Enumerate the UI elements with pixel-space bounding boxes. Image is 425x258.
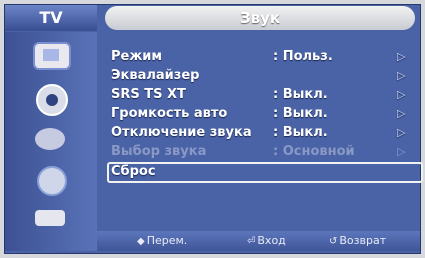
osd-menu-panel: TV Звук Режим : Польз. ▷ Эквалайзер ▷ SR… [4, 4, 423, 254]
menu-item-label: Режим [111, 49, 163, 64]
menu-item-mute[interactable]: Отключение звука : Выкл. ▷ [97, 124, 417, 142]
tv-osd-screen: TV Звук Режим : Польз. ▷ Эквалайзер ▷ SR… [0, 0, 425, 258]
tab-tv[interactable]: TV [5, 5, 97, 31]
hint-move: ◆ Перем. [137, 231, 187, 251]
menu-item-mode[interactable]: Режим : Польз. ▷ [97, 48, 417, 66]
menu-item-label: Отключение звука [111, 125, 252, 140]
channel-icon[interactable] [35, 128, 65, 150]
menu-item-equalizer[interactable]: Эквалайзер ▷ [97, 67, 417, 85]
chevron-right-icon: ▷ [397, 50, 406, 63]
menu-header: TV Звук [5, 5, 420, 31]
return-icon: ↺ [329, 236, 338, 247]
hint-enter-label: Вход [257, 234, 286, 247]
enter-icon: ⏎ [247, 236, 256, 247]
updown-arrow-icon: ◆ [137, 236, 145, 247]
category-sidebar [5, 32, 97, 251]
sound-icon[interactable] [36, 84, 68, 116]
menu-item-label: Сброс [111, 164, 156, 179]
chevron-right-icon: ▷ [397, 88, 406, 101]
menu-item-label: Эквалайзер [111, 68, 200, 83]
menu-item-auto-volume[interactable]: Громкость авто : Выкл. ▷ [97, 105, 417, 123]
key-hint-bar: ◆ Перем. ⏎ Вход ↺ Возврат [97, 231, 420, 251]
chevron-right-icon: ▷ [397, 107, 406, 120]
hint-enter: ⏎ Вход [247, 231, 286, 251]
menu-item-label: Громкость авто [111, 106, 228, 121]
menu-item-value: : Основной [273, 144, 355, 159]
chevron-right-icon: ▷ [397, 69, 406, 82]
hint-back: ↺ Возврат [329, 231, 386, 251]
menu-item-reset[interactable]: Сброс [107, 162, 423, 183]
chevron-right-icon: ▷ [397, 145, 406, 158]
menu-item-value: : Выкл. [273, 87, 328, 102]
picture-icon[interactable] [33, 42, 71, 70]
menu-item-value: : Польз. [273, 49, 333, 64]
menu-item-srs-ts-xt[interactable]: SRS TS XT : Выкл. ▷ [97, 86, 417, 104]
hint-move-label: Перем. [146, 234, 188, 247]
menu-title: Звук [105, 6, 415, 30]
input-icon[interactable] [35, 210, 65, 226]
chevron-right-icon: ▷ [397, 126, 406, 139]
menu-item-value: : Выкл. [273, 106, 328, 121]
menu-item-value: : Выкл. [273, 125, 328, 140]
hint-back-label: Возврат [339, 234, 387, 247]
menu-item-sound-select: Выбор звука : Основной ▷ [97, 143, 417, 161]
sound-menu-list: Режим : Польз. ▷ Эквалайзер ▷ SRS TS XT … [97, 32, 423, 231]
menu-item-label: Выбор звука [111, 144, 207, 159]
setup-icon[interactable] [37, 166, 67, 196]
menu-item-label: SRS TS XT [111, 87, 186, 102]
